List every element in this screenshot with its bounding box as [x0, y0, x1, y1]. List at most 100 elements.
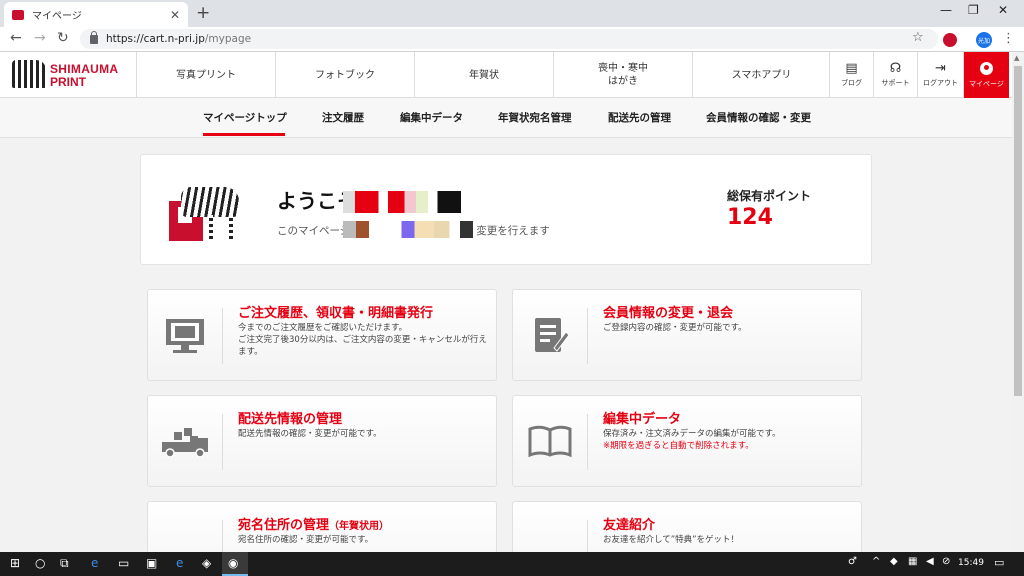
headset-icon: ☊	[889, 61, 902, 76]
browser-menu-icon[interactable]: ⋮	[1002, 31, 1015, 46]
card-divider	[222, 308, 223, 364]
app-icon[interactable]: ◈	[202, 556, 211, 570]
main-nav: 写真プリント フォトブック 年賀状 喪中・寒中 はがき スマホアプリ	[136, 52, 830, 98]
ime-icon[interactable]: ⊘	[942, 556, 950, 567]
cortana-icon[interactable]: ○	[35, 556, 45, 570]
blog-button[interactable]: ▤ ブログ	[829, 52, 873, 98]
tab-title: マイページ	[32, 11, 82, 22]
subnav-active-indicator	[203, 133, 285, 136]
edge-icon[interactable]: e	[91, 556, 98, 570]
network-icon[interactable]: ▦	[908, 556, 917, 567]
url-text: https://cart.n-pri.jp/mypage	[106, 33, 252, 45]
card-description-text: 保存済み・注文済みデータの編集が可能です。	[603, 429, 781, 439]
windows-taskbar: ⊞ ○ ⧉ e ▭ ▣ e ◈ ◉ ♂ ^ ◆ ▦ ◀ ⊘ 15:49 ▭	[0, 552, 1024, 576]
blog-label: ブログ	[841, 79, 862, 87]
extension-icon[interactable]	[943, 33, 957, 47]
edit-form-icon	[513, 290, 587, 380]
mypage-label: マイページ	[969, 79, 1004, 88]
profile-avatar[interactable]: 光加	[976, 32, 992, 48]
utility-nav: ▤ ブログ ☊ サポート ⇥ ログアウト マイページ	[829, 52, 1009, 98]
card-divider	[587, 308, 588, 364]
nav-new-year-card[interactable]: 年賀状	[414, 52, 553, 98]
card-title: 会員情報の変更・退会	[603, 306, 734, 321]
logo-text-line1: SHIMAUMA	[50, 62, 119, 76]
card-warning-text: ※期限を過ぎると自動で削除されます。	[603, 441, 754, 451]
new-tab-button[interactable]: +	[196, 3, 210, 23]
reload-icon[interactable]: ↻	[57, 30, 69, 46]
nav-photobook[interactable]: フォトブック	[275, 52, 414, 98]
order-history-card[interactable]: ご注文履歴、領収書・明細書発行 今までのご注文履歴をご確認いただけます。 ご注文…	[147, 289, 497, 381]
back-arrow-icon[interactable]: ←	[10, 30, 22, 46]
chrome-icon: ◉	[228, 556, 239, 570]
welcome-card: ようこそ このマイページでは、配送先などの確認・変更を行えます 総保有ポイント …	[140, 154, 872, 265]
mypage-button[interactable]: マイページ	[963, 52, 1009, 98]
windows-start-icon[interactable]: ⊞	[10, 556, 20, 570]
lock-icon	[90, 30, 98, 44]
subnav-address-management[interactable]: 年賀状宛名管理	[498, 110, 572, 125]
editing-data-card[interactable]: 編集中データ 保存済み・注文済みデータの編集が可能です。 ※期限を過ぎると自動で…	[512, 395, 862, 487]
points-label: 総保有ポイント	[727, 189, 812, 203]
photo-monitor-icon	[148, 290, 222, 380]
notification-icon[interactable]: ▭	[994, 556, 1004, 569]
card-description: ご登録内容の確認・変更が可能です。	[603, 323, 747, 333]
tray-chevron-icon[interactable]: ^	[872, 556, 880, 567]
minimize-icon[interactable]: —	[940, 3, 952, 17]
blog-icon: ▤	[845, 61, 858, 76]
card-title: 宛名住所の管理（年賀状用）	[238, 518, 390, 533]
browser-toolbar: ← → ↻ https://cart.n-pri.jp/mypage ☆ 光加 …	[0, 27, 1024, 52]
dropbox-icon[interactable]: ◆	[890, 556, 898, 567]
browser-tab[interactable]: マイページ ✕	[4, 2, 188, 27]
file-explorer-icon[interactable]: ▭	[118, 556, 129, 570]
scroll-up-icon[interactable]: ▲	[1014, 54, 1019, 62]
page-scrollbar[interactable]: ▲	[1012, 52, 1024, 552]
logout-label: ログアウト	[923, 79, 958, 87]
chrome-taskbar-button[interactable]: ◉	[222, 552, 248, 576]
speaker-icon[interactable]: ◀	[926, 556, 934, 567]
ie-icon[interactable]: e	[176, 556, 183, 570]
card-divider	[222, 414, 223, 470]
delivery-info-card[interactable]: 配送先情報の管理 配送先情報の確認・変更が可能です。	[147, 395, 497, 487]
task-view-icon[interactable]: ⧉	[60, 556, 69, 571]
site-header: SHIMAUMA PRINT 写真プリント フォトブック 年賀状 喪中・寒中 は…	[0, 52, 1012, 98]
shimauma-logo[interactable]: SHIMAUMA PRINT	[12, 58, 124, 92]
card-title: 編集中データ	[603, 412, 682, 427]
subnav-member-info[interactable]: 会員情報の確認・変更	[706, 110, 811, 125]
bookmark-star-icon[interactable]: ☆	[912, 30, 924, 45]
user-icon	[980, 61, 993, 75]
redacted-username	[343, 191, 461, 213]
card-divider	[587, 414, 588, 470]
forward-arrow-icon[interactable]: →	[34, 30, 46, 46]
redacted-text	[343, 221, 473, 238]
card-description: 宛名住所の確認・変更が可能です。	[238, 535, 374, 545]
scrollbar-thumb[interactable]	[1014, 66, 1022, 396]
card-description: 今までのご注文履歴をご確認いただけます。 ご注文完了後30分以内は、ご注文内容の…	[238, 323, 487, 357]
logo-text-line2: PRINT	[50, 75, 86, 89]
restore-icon[interactable]: ❐	[968, 3, 979, 17]
tab-close-icon[interactable]: ✕	[170, 8, 180, 22]
taskbar-clock[interactable]: 15:49	[958, 558, 984, 568]
card-title: 配送先情報の管理	[238, 412, 343, 427]
mypage-subnav: マイページトップ 注文履歴 編集中データ 年賀状宛名管理 配送先の管理 会員情報…	[0, 98, 1012, 138]
zebra-mascot-icon	[169, 179, 241, 243]
logout-icon: ⇥	[935, 61, 946, 76]
subnav-mypage-top[interactable]: マイページトップ	[203, 110, 287, 125]
address-bar[interactable]: https://cart.n-pri.jp/mypage	[80, 29, 938, 49]
subnav-editing-data[interactable]: 編集中データ	[400, 110, 463, 125]
zebra-logo-icon	[12, 60, 46, 88]
subnav-order-history[interactable]: 注文履歴	[322, 110, 364, 125]
nav-photo-print[interactable]: 写真プリント	[136, 52, 275, 98]
nav-smartphone-app[interactable]: スマホアプリ	[692, 52, 830, 98]
member-info-card[interactable]: 会員情報の変更・退会 ご登録内容の確認・変更が可能です。	[512, 289, 862, 381]
store-icon[interactable]: ▣	[146, 556, 157, 570]
support-button[interactable]: ☊ サポート	[873, 52, 917, 98]
points-value: 124	[727, 205, 773, 230]
browser-tab-strip: マイページ ✕ + — ❐ ✕	[0, 0, 1024, 27]
card-description: お友達を紹介して”特典”をゲット！	[603, 535, 740, 545]
shimauma-favicon-icon	[12, 9, 24, 20]
logout-button[interactable]: ⇥ ログアウト	[917, 52, 963, 98]
subnav-delivery-management[interactable]: 配送先の管理	[608, 110, 671, 125]
nav-mourning-card[interactable]: 喪中・寒中 はがき	[553, 52, 692, 98]
window-close-icon[interactable]: ✕	[998, 3, 1008, 17]
people-icon[interactable]: ♂	[848, 556, 857, 567]
support-label: サポート	[881, 79, 910, 87]
